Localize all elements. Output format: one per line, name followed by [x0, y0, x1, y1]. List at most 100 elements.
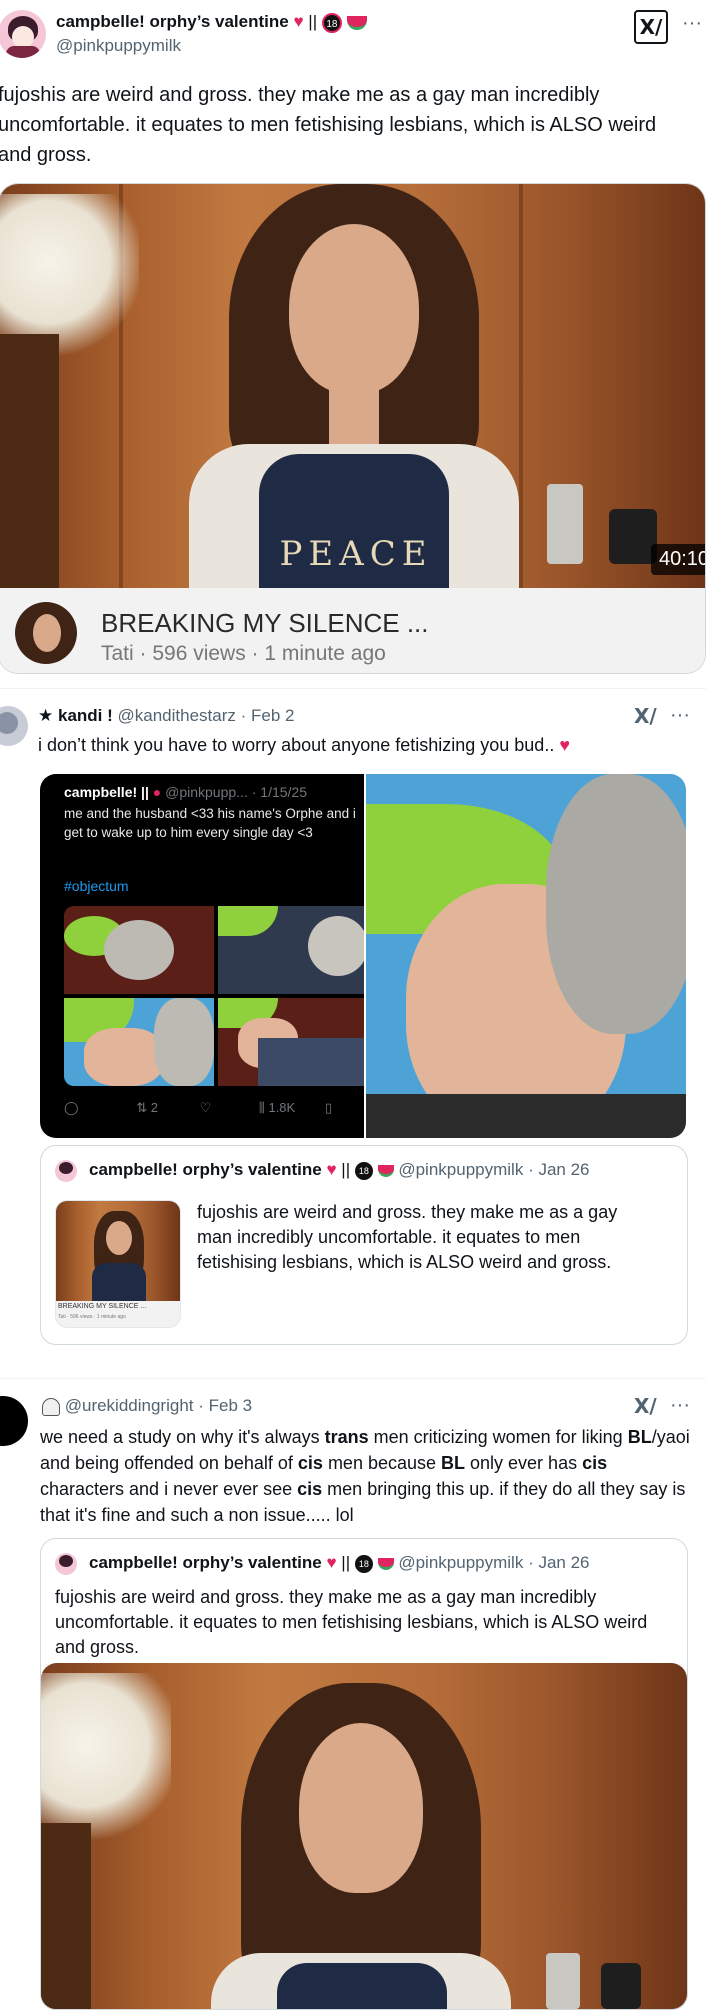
bookmark-icon: ▯ [324, 1100, 332, 1115]
x-grok-icon[interactable]: X/ [634, 704, 657, 728]
x-grok-icon[interactable]: X/ [634, 1394, 657, 1418]
tweet-text: fujoshis are weird and gross. they make … [0, 84, 657, 166]
video-thumbnail[interactable]: PEACE 40:10 [0, 184, 705, 588]
divider [0, 1378, 706, 1379]
tweet-text-segment: men because [322, 1453, 442, 1473]
tweet-date[interactable]: · Feb 3 [198, 1396, 252, 1415]
avatar[interactable] [0, 706, 28, 746]
retweet-count: 2 [150, 1100, 158, 1115]
tweet-text-segment: BL [627, 1427, 652, 1447]
watermelon-icon [346, 15, 367, 30]
red-heart-icon: ♥ [293, 12, 304, 31]
more-button[interactable]: ··· [682, 12, 702, 35]
watermelon-icon [377, 1164, 394, 1177]
quote-text: fujoshis are weird and gross. they make … [55, 1587, 648, 1657]
tweet-text-segment: BL [441, 1453, 466, 1473]
quote-thumbnail: BREAKING MY SILENCE ... Tati · 596 views… [55, 1200, 181, 1328]
screenshot-author: campbelle! || ● @pinkpupp... · 1/15/25 [64, 784, 307, 800]
red-heart-icon: ♥ [326, 1553, 337, 1572]
author-line: ★ kandi ! @kandithestarz · Feb 2 [38, 706, 294, 726]
quote-display-name: campbelle! orphy’s valentine [89, 1160, 322, 1179]
more-button[interactable]: ··· [670, 1394, 690, 1417]
author-line: @urekiddingright · Feb 3 [42, 1396, 252, 1416]
more-button[interactable]: ··· [670, 704, 690, 727]
retweet-icon: ⇅ [136, 1100, 148, 1115]
handle[interactable]: @kandithestarz [118, 706, 236, 725]
tweet-text-segment: cis [297, 1479, 323, 1499]
display-name[interactable]: kandi ! [58, 706, 113, 725]
red-heart-icon: ♥ [326, 1160, 337, 1179]
quote-text: fujoshis are weird and gross. they make … [197, 1202, 618, 1272]
quote-author-line: campbelle! orphy’s valentine ♥ || 18 @pi… [89, 1160, 590, 1180]
handle[interactable]: @urekiddingright [65, 1396, 194, 1415]
tweet-text-segment: men criticizing women for liking [368, 1427, 628, 1447]
selfie-image[interactable] [366, 774, 686, 1138]
avatar[interactable] [0, 1396, 28, 1446]
screenshot-photo-4 [218, 998, 364, 1086]
ghost-icon [42, 1397, 60, 1416]
channel-avatar[interactable] [15, 602, 77, 664]
quote-display-name: campbelle! orphy’s valentine [89, 1553, 322, 1572]
watermelon-icon [377, 1557, 394, 1570]
grok-button[interactable]: X/ [634, 10, 668, 44]
tweet-text-content: i don’t think you have to worry about an… [38, 735, 555, 755]
thumb-title: BREAKING MY SILENCE ... [58, 1303, 147, 1310]
screenshot-handle: @pinkpupp... [165, 784, 248, 800]
tweet-3: @urekiddingright · Feb 3 X/ ··· we need … [0, 1380, 706, 2010]
display-name[interactable]: campbelle! orphy’s valentine [56, 12, 289, 31]
handle[interactable]: @pinkpuppymilk [56, 36, 181, 56]
eighteen-icon: ● [152, 784, 162, 800]
name-suffix: || [308, 12, 318, 31]
quote-tweet[interactable]: campbelle! orphy’s valentine ♥ || 18 @pi… [40, 1145, 688, 1345]
tweet-text: we need a study on why it's always trans… [40, 1424, 690, 1528]
screenshot-date: · 1/15/25 [251, 784, 307, 800]
screenshot-name: campbelle! || [64, 784, 149, 800]
star-icon: ★ [38, 706, 54, 725]
avatar[interactable] [0, 10, 46, 58]
tweet-2: ★ kandi ! @kandithestarz · Feb 2 X/ ··· … [0, 690, 706, 1370]
quote-date: · Jan 26 [528, 1160, 590, 1179]
thumb-meta: Tati · 596 views · 1 minute ago [58, 1314, 126, 1320]
tweet-1: campbelle! orphy’s valentine ♥ || 18 @pi… [0, 0, 706, 685]
screenshot-text: me and the husband <33 his name's Orphe … [64, 806, 356, 840]
tweet-text-segment: characters and i never ever see [40, 1479, 298, 1499]
eighteen-icon: 18 [354, 1554, 373, 1573]
video-card[interactable]: PEACE 40:10 BREAKING MY SILENCE ... Tati… [0, 183, 706, 674]
quote-tweet[interactable]: campbelle! orphy’s valentine ♥ || 18 @pi… [40, 1538, 688, 2010]
tweet-date[interactable]: · Feb 2 [241, 706, 295, 725]
screenshot-photo-2 [218, 906, 364, 994]
tweet-text: i don’t think you have to worry about an… [38, 732, 678, 758]
broken-heart-icon: ♥ [559, 735, 571, 755]
video-meta: Tati · 596 views · 1 minute ago [101, 642, 386, 665]
quote-avatar [55, 1553, 77, 1575]
screenshot-actions: ◯ ⇅ 2 ♡ ⫼ 1.8K ▯ [64, 1100, 360, 1116]
screenshot-hashtag: #objectum [64, 878, 129, 894]
reply-icon: ◯ [64, 1100, 79, 1115]
screenshot-photo-3 [64, 998, 214, 1086]
quote-author-line: campbelle! orphy’s valentine ♥ || 18 @pi… [89, 1553, 590, 1573]
tweet-text-segment: we need a study on why it's always [40, 1427, 325, 1447]
name-suffix: || [341, 1553, 351, 1572]
tweet-text-segment: only ever has [465, 1453, 583, 1473]
tweet-text-segment: trans [324, 1427, 369, 1447]
divider [0, 688, 706, 689]
quote-date: · Jan 26 [528, 1553, 590, 1572]
screenshot-photo-1 [64, 906, 214, 994]
name-suffix: || [341, 1160, 351, 1179]
quote-handle: @pinkpuppymilk [398, 1553, 524, 1572]
x-grok-icon: X/ [639, 15, 663, 39]
video-duration: 40:10 [651, 544, 705, 575]
eighteen-icon: 18 [354, 1161, 373, 1180]
quote-handle: @pinkpuppymilk [398, 1160, 524, 1179]
shirt-print: PEACE [279, 534, 433, 574]
quote-image [41, 1663, 687, 2009]
video-title[interactable]: BREAKING MY SILENCE ... [101, 608, 429, 639]
tweet-text-segment: cis [582, 1453, 608, 1473]
like-icon: ♡ [199, 1100, 212, 1115]
views-icon: ⫼ [258, 1100, 265, 1115]
quote-avatar [55, 1160, 77, 1182]
author-line: campbelle! orphy’s valentine ♥ || 18 [56, 12, 367, 33]
view-count: 1.8K [268, 1100, 296, 1115]
screenshot-image[interactable]: campbelle! || ● @pinkpupp... · 1/15/25 m… [40, 774, 364, 1138]
tweet-text-segment: cis [297, 1453, 323, 1473]
